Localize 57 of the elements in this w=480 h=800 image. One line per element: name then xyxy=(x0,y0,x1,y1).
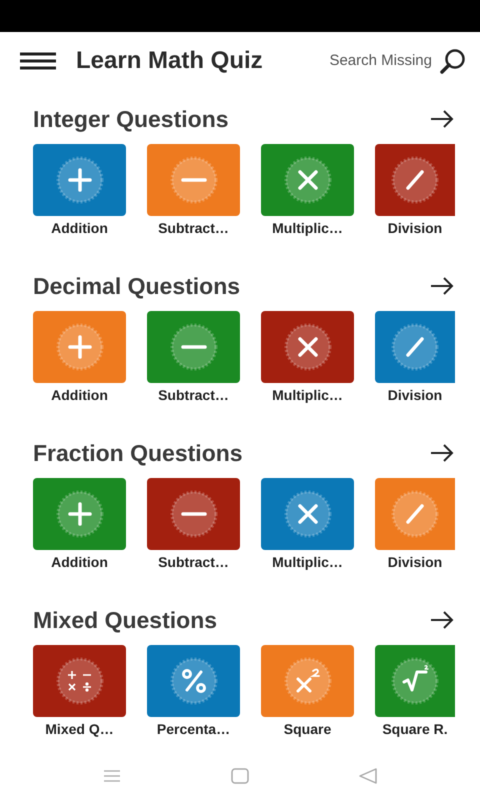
divide-icon xyxy=(389,488,441,540)
tile-label: Division xyxy=(388,553,442,572)
home-icon[interactable] xyxy=(231,768,249,784)
tile-label: Square R. xyxy=(382,720,448,739)
divide-icon xyxy=(389,321,441,373)
sqrt-icon xyxy=(389,655,441,707)
tile-label: Square xyxy=(284,720,332,739)
tile-label: Addition xyxy=(51,553,108,572)
quiz-tile[interactable] xyxy=(375,311,455,383)
quiz-tile[interactable] xyxy=(147,311,240,383)
minus-icon xyxy=(168,488,220,540)
quiz-tile[interactable] xyxy=(375,478,455,550)
quiz-tile[interactable] xyxy=(33,645,126,717)
quiz-tile[interactable] xyxy=(147,645,240,717)
tile-label: Subtract… xyxy=(158,219,229,238)
back-icon[interactable] xyxy=(359,768,377,784)
quiz-tile[interactable] xyxy=(147,478,240,550)
minus-icon xyxy=(168,321,220,373)
plus-icon xyxy=(54,154,106,206)
tile-label: Division xyxy=(388,219,442,238)
times-icon xyxy=(282,154,334,206)
section-title: Mixed Questions xyxy=(33,606,218,635)
plus-icon xyxy=(54,321,106,373)
search-missing-link[interactable]: Search Missing xyxy=(329,50,432,72)
mixed-icon xyxy=(54,655,106,707)
tile-label: Addition xyxy=(51,386,108,405)
quiz-tile[interactable] xyxy=(261,645,354,717)
quiz-tile[interactable] xyxy=(147,144,240,216)
quiz-tile[interactable] xyxy=(261,144,354,216)
app-title: Learn Math Quiz xyxy=(76,46,263,76)
tile-label: Mixed Q… xyxy=(45,720,114,739)
minus-icon xyxy=(168,154,220,206)
tile-label: Percenta… xyxy=(156,720,230,739)
tile-label: Multiplic… xyxy=(272,553,343,572)
menu-icon[interactable] xyxy=(20,52,56,70)
section-title: Decimal Questions xyxy=(33,272,240,301)
quiz-tile[interactable] xyxy=(33,478,126,550)
tile-label: Division xyxy=(388,386,442,405)
quiz-tile[interactable] xyxy=(375,645,455,717)
search-icon[interactable] xyxy=(440,48,466,74)
percent-icon xyxy=(168,655,220,707)
quiz-tile[interactable] xyxy=(375,144,455,216)
tile-label: Multiplic… xyxy=(272,386,343,405)
times-icon xyxy=(282,488,334,540)
times-icon xyxy=(282,321,334,373)
quiz-tile[interactable] xyxy=(261,478,354,550)
section-title: Fraction Questions xyxy=(33,438,243,468)
quiz-tile[interactable] xyxy=(261,311,354,383)
tile-label: Subtract… xyxy=(158,386,229,405)
tile-label: Subtract… xyxy=(158,553,229,572)
quiz-tile[interactable] xyxy=(33,144,126,216)
section-title: Integer Questions xyxy=(33,104,229,134)
tile-label: Addition xyxy=(51,219,108,238)
quiz-tile[interactable] xyxy=(33,311,126,383)
plus-icon xyxy=(54,488,106,540)
tile-label: Multiplic… xyxy=(272,219,343,238)
divide-icon xyxy=(389,154,441,206)
